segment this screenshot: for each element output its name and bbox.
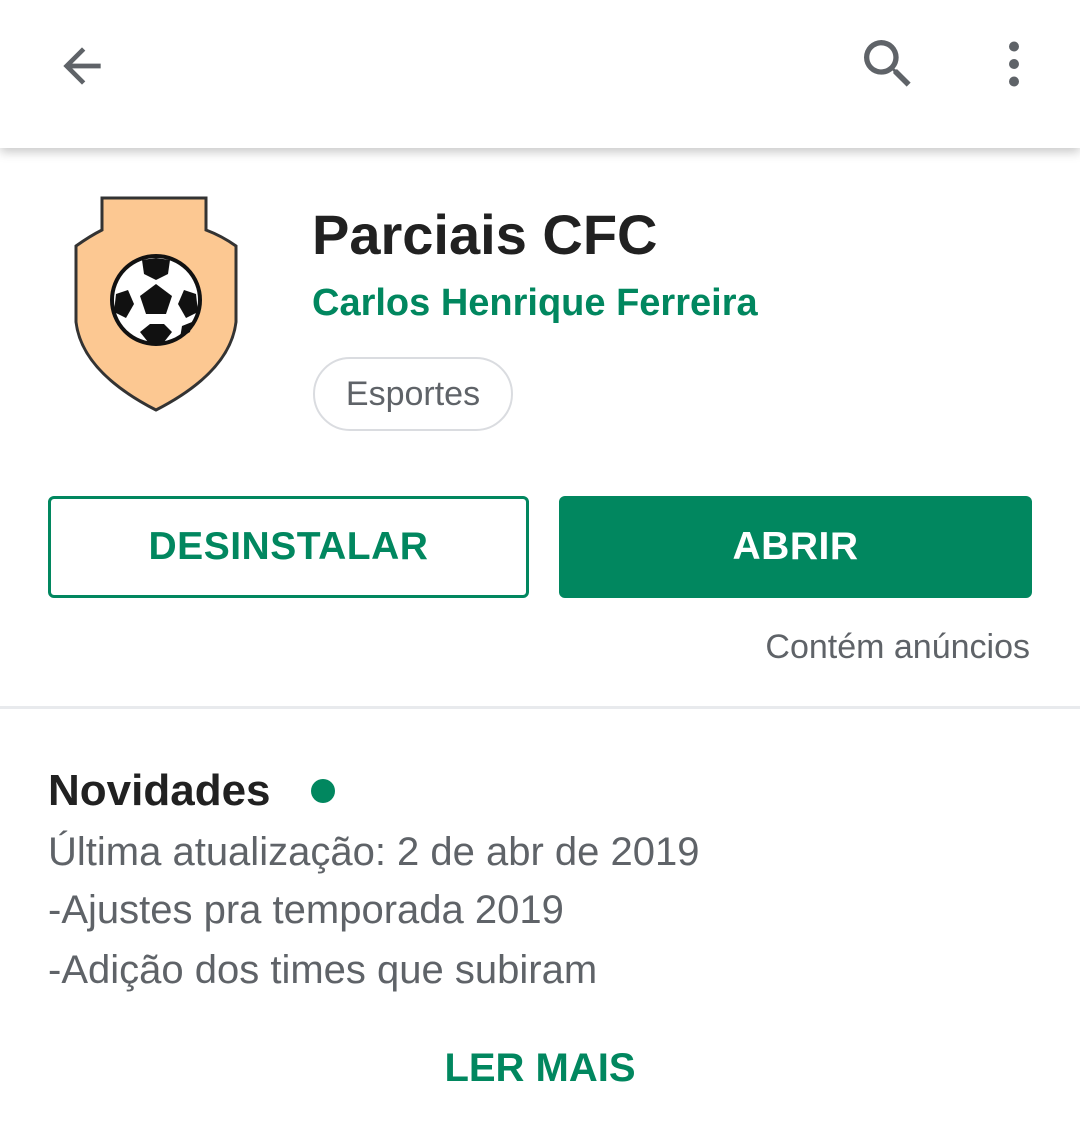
search-icon (864, 40, 911, 87)
changelog-line: -Adição dos times que subiram (48, 948, 598, 992)
contains-ads-note: Contém anúncios (765, 628, 1030, 666)
app-bar (0, 0, 1080, 148)
app-icon (60, 190, 252, 418)
more-options-button[interactable] (978, 22, 1050, 106)
more-vert-icon (1009, 41, 1019, 87)
category-chip[interactable]: Esportes (313, 357, 513, 431)
developer-link[interactable]: Carlos Henrique Ferreira (312, 282, 758, 325)
open-button[interactable]: ABRIR (559, 496, 1032, 598)
read-more-button[interactable]: LER MAIS (0, 1046, 1080, 1091)
last-updated-text: Última atualização: 2 de abr de 2019 (48, 830, 700, 874)
new-indicator-dot (311, 779, 335, 803)
shield-soccer-ball-icon (74, 196, 238, 412)
back-button[interactable] (40, 24, 124, 108)
changelog-line: -Ajustes pra temporada 2019 (48, 888, 564, 932)
app-title: Parciais CFC (312, 203, 658, 266)
uninstall-button[interactable]: DESINSTALAR (48, 496, 529, 598)
whats-new-heading: Novidades (48, 766, 271, 815)
section-divider (0, 706, 1080, 709)
search-button[interactable] (846, 22, 930, 106)
arrow-back-icon (63, 47, 101, 85)
